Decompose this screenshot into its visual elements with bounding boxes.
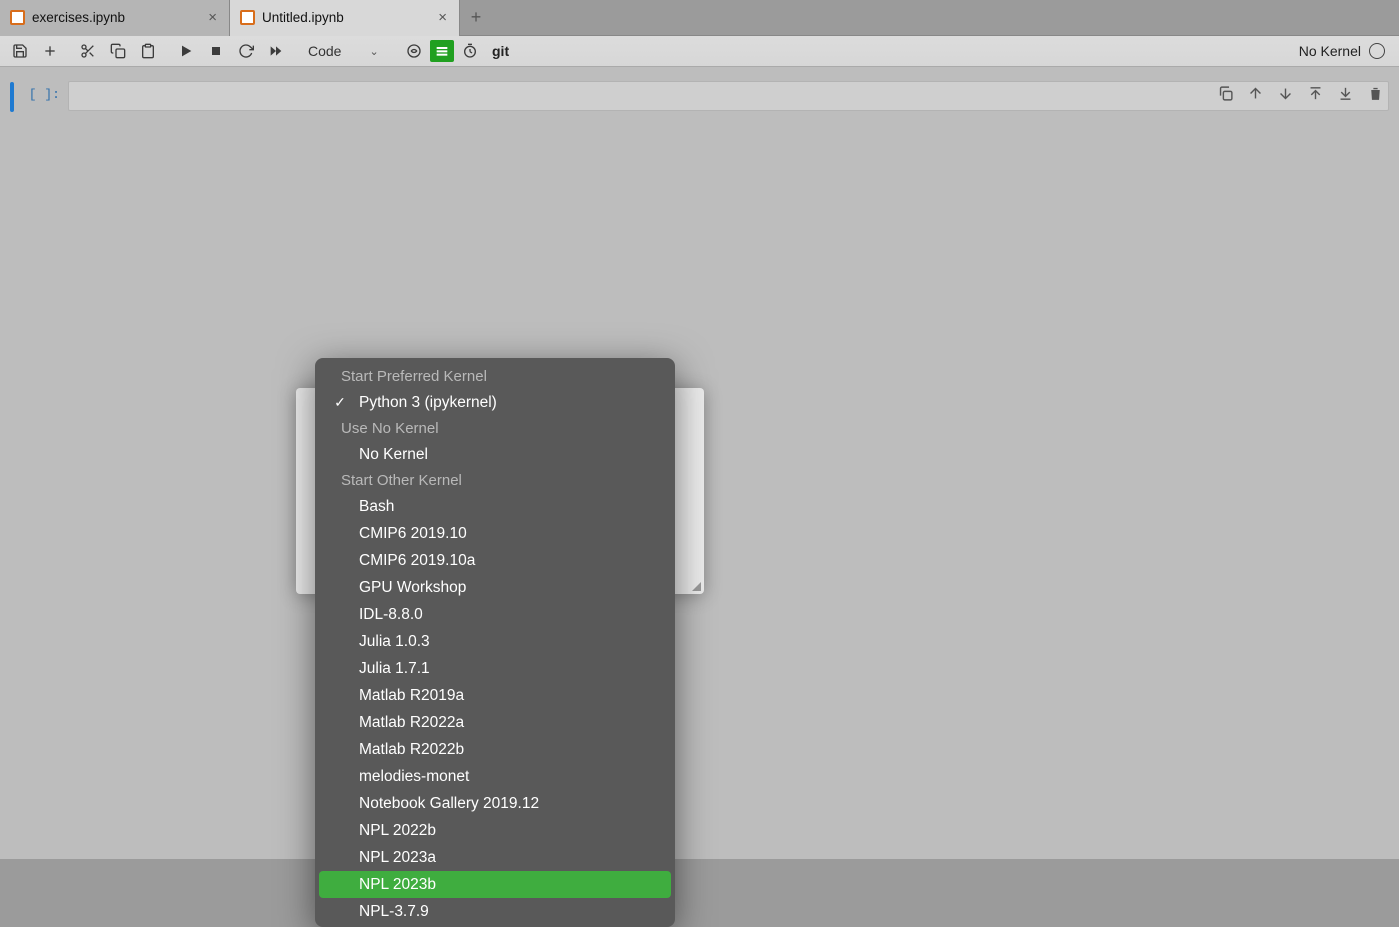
notebook-toolbar: Code ⌄ git No Kernel	[0, 36, 1399, 67]
tab-exercises[interactable]: exercises.ipynb ×	[0, 0, 230, 36]
notebook-area: [ ]: Start Preferred Kernel ✓Python 3 (i…	[0, 67, 1399, 859]
paste-button[interactable]	[134, 38, 162, 64]
dropdown-section-none: Use No Kernel	[315, 416, 675, 441]
cell-type-select[interactable]: Code ⌄	[300, 41, 390, 61]
cell-prompt: [ ]:	[22, 81, 60, 102]
timing-button[interactable]	[456, 38, 484, 64]
move-up-button[interactable]	[1246, 84, 1264, 102]
chevron-down-icon: ⌄	[369, 45, 378, 58]
cell-input[interactable]	[68, 81, 1389, 111]
stop-button[interactable]	[202, 38, 230, 64]
kernel-option[interactable]: NPL-3.7.9	[319, 898, 671, 925]
kernel-option-label: Matlab R2022b	[351, 741, 464, 759]
duplicate-cell-button[interactable]	[1216, 84, 1234, 102]
kernel-option-label: Matlab R2019a	[351, 687, 464, 705]
kernel-option-label: CMIP6 2019.10	[351, 525, 467, 543]
run-button[interactable]	[172, 38, 200, 64]
kernel-option-label: Julia 1.7.1	[351, 660, 430, 678]
kernel-status[interactable]: No Kernel	[1299, 43, 1393, 59]
resize-handle-icon[interactable]	[691, 581, 701, 591]
kernel-option[interactable]: NPL 2023a	[319, 844, 671, 871]
kernel-option-label: No Kernel	[351, 446, 428, 464]
kernel-status-label: No Kernel	[1299, 43, 1361, 59]
kernel-indicator-icon	[1369, 43, 1385, 59]
kernel-option[interactable]: ✓Python 3 (ipykernel)	[319, 389, 671, 416]
kernel-option-label: NPL 2023a	[351, 849, 436, 867]
cut-button[interactable]	[74, 38, 102, 64]
kernel-option-label: Python 3 (ipykernel)	[351, 394, 497, 412]
kernel-option-label: melodies-monet	[351, 768, 469, 786]
kernel-option[interactable]: Matlab R2022b	[319, 736, 671, 763]
variable-inspector-button[interactable]	[430, 40, 454, 62]
cell-type-label: Code	[308, 43, 341, 59]
kernel-option[interactable]: Julia 1.0.3	[319, 628, 671, 655]
restart-button[interactable]	[232, 38, 260, 64]
run-all-button[interactable]	[262, 38, 290, 64]
dropdown-section-other: Start Other Kernel	[315, 468, 675, 493]
kernel-option[interactable]: IDL-8.8.0	[319, 601, 671, 628]
kernel-option-label: NPL 2022b	[351, 822, 436, 840]
cell-toolbar	[1216, 84, 1384, 102]
kernel-option-label: Notebook Gallery 2019.12	[351, 795, 539, 813]
cell-active-bar	[10, 82, 14, 112]
kernel-option-label: IDL-8.8.0	[351, 606, 423, 624]
kernel-option[interactable]: No Kernel	[319, 441, 671, 468]
move-down-button[interactable]	[1276, 84, 1294, 102]
code-cell[interactable]: [ ]:	[10, 81, 1389, 112]
kernel-option[interactable]: Julia 1.7.1	[319, 655, 671, 682]
kernel-option-label: Bash	[351, 498, 394, 516]
git-button[interactable]: git	[486, 43, 515, 59]
tab-bar: exercises.ipynb × Untitled.ipynb × +	[0, 0, 1399, 36]
kernel-dropdown: Start Preferred Kernel ✓Python 3 (ipyker…	[315, 358, 675, 927]
kernel-option-label: Julia 1.0.3	[351, 633, 430, 651]
render-button[interactable]	[400, 38, 428, 64]
copy-button[interactable]	[104, 38, 132, 64]
check-icon: ✓	[329, 394, 351, 411]
kernel-option-label: Matlab R2022a	[351, 714, 464, 732]
kernel-option[interactable]: Matlab R2019a	[319, 682, 671, 709]
kernel-option[interactable]: NPL 2023b	[319, 871, 671, 898]
close-icon[interactable]: ×	[204, 9, 221, 26]
delete-cell-button[interactable]	[1366, 84, 1384, 102]
save-button[interactable]	[6, 38, 34, 64]
kernel-option-label: CMIP6 2019.10a	[351, 552, 475, 570]
kernel-option[interactable]: Bash	[319, 493, 671, 520]
insert-above-button[interactable]	[1306, 84, 1324, 102]
close-icon[interactable]: ×	[434, 9, 451, 26]
kernel-option[interactable]: NPL 2022b	[319, 817, 671, 844]
insert-cell-button[interactable]	[36, 38, 64, 64]
insert-below-button[interactable]	[1336, 84, 1354, 102]
tab-untitled[interactable]: Untitled.ipynb ×	[230, 0, 460, 36]
kernel-option[interactable]: Matlab R2022a	[319, 709, 671, 736]
notebook-icon	[10, 10, 25, 25]
kernel-option-label: GPU Workshop	[351, 579, 466, 597]
kernel-option[interactable]: Notebook Gallery 2019.12	[319, 790, 671, 817]
kernel-option-label: NPL 2023b	[351, 876, 436, 894]
add-tab-button[interactable]: +	[460, 7, 492, 28]
notebook-icon	[240, 10, 255, 25]
dropdown-section-preferred: Start Preferred Kernel	[315, 364, 675, 389]
kernel-option[interactable]: GPU Workshop	[319, 574, 671, 601]
kernel-option-label: NPL-3.7.9	[351, 903, 429, 921]
kernel-option[interactable]: melodies-monet	[319, 763, 671, 790]
tab-label: exercises.ipynb	[32, 10, 197, 25]
kernel-option[interactable]: CMIP6 2019.10	[319, 520, 671, 547]
tab-label: Untitled.ipynb	[262, 10, 427, 25]
kernel-option[interactable]: CMIP6 2019.10a	[319, 547, 671, 574]
